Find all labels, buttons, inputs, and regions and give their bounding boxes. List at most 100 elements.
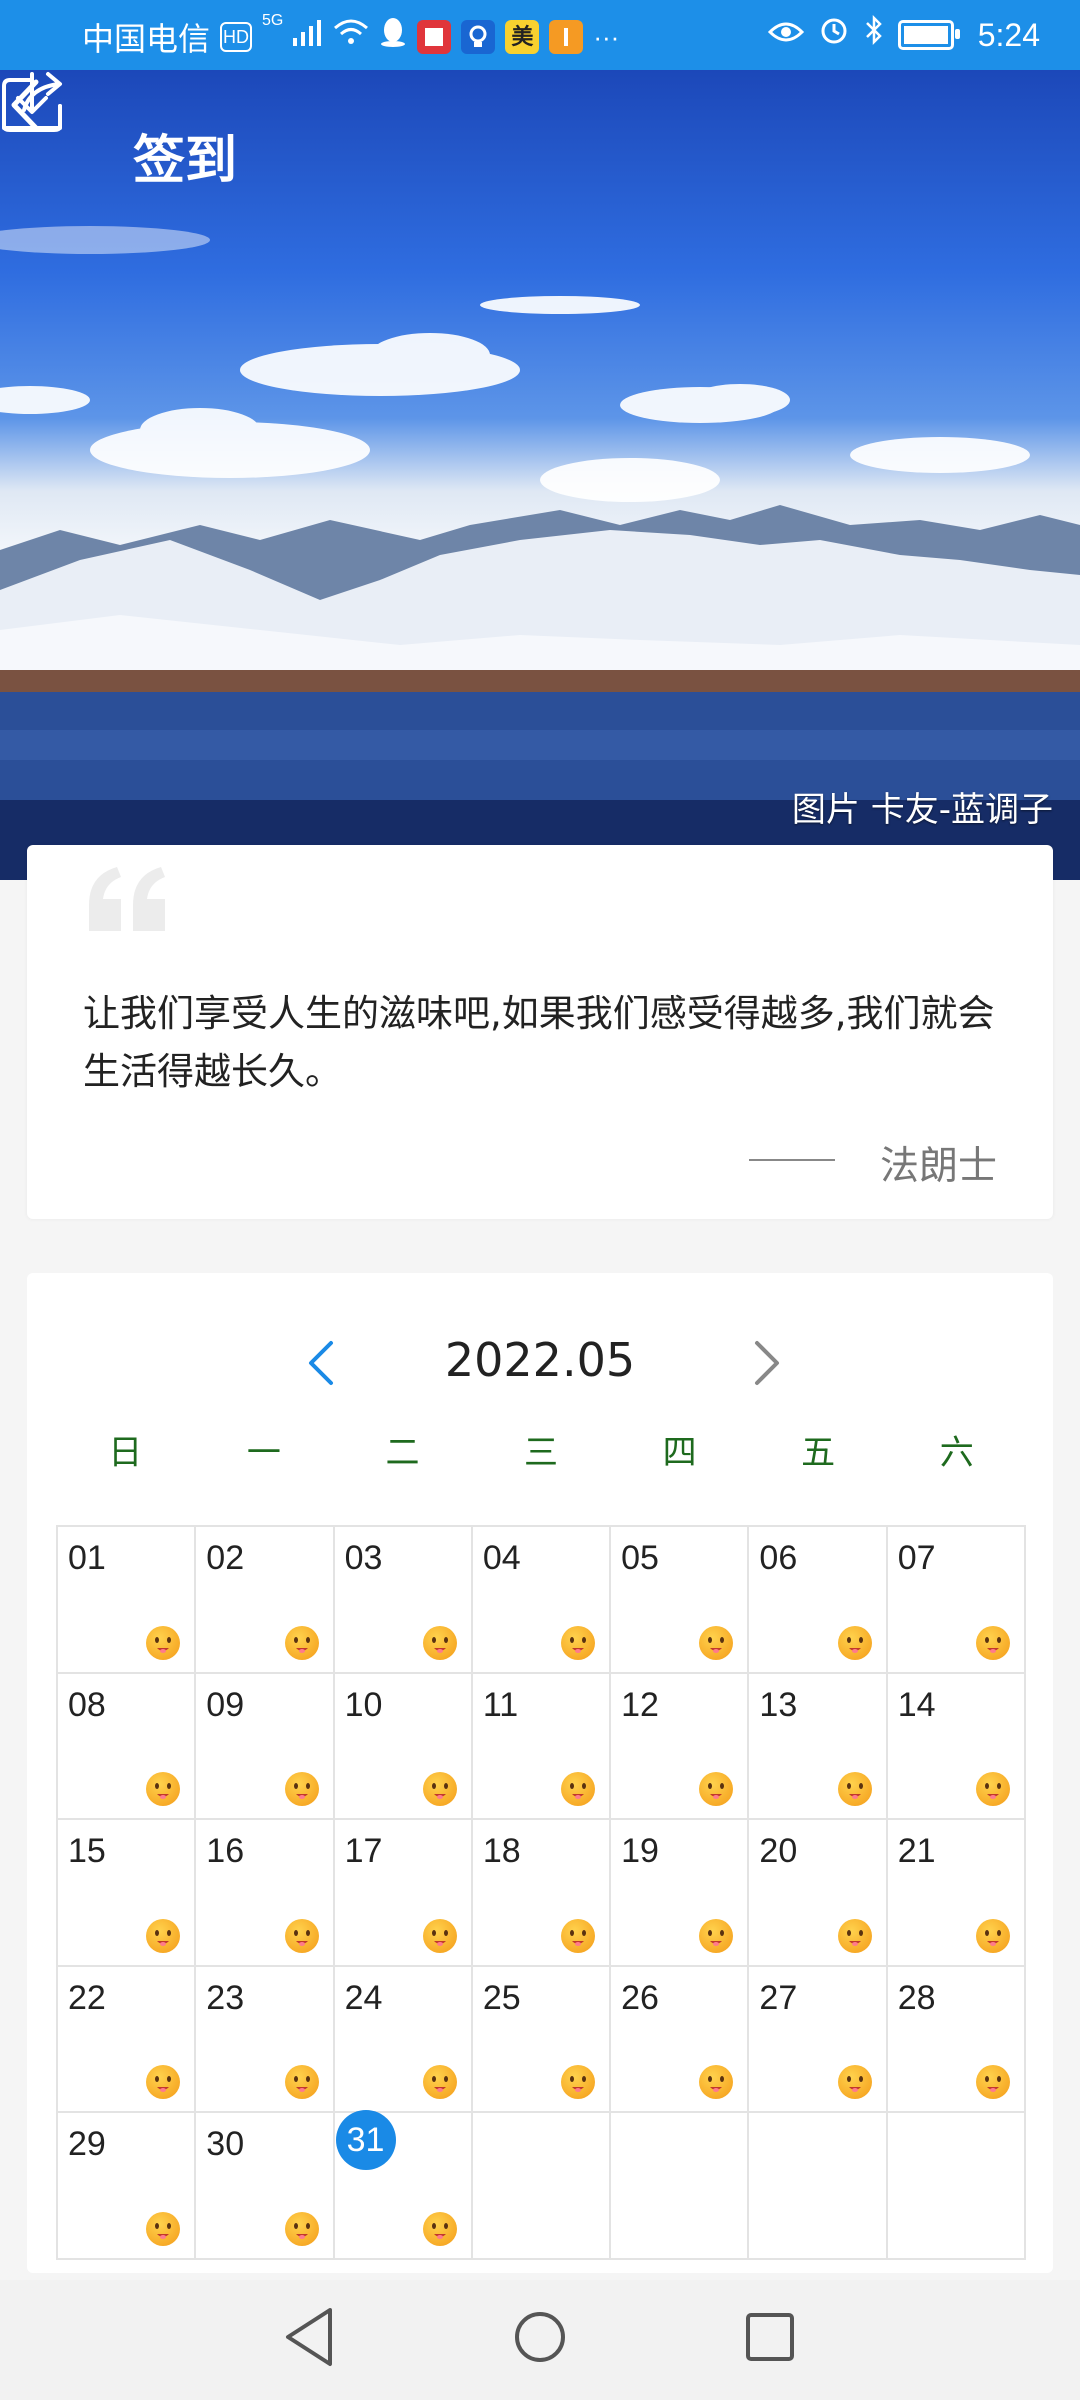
checked-in-emoji-icon	[146, 2212, 181, 2246]
day-number: 29	[68, 2125, 106, 2164]
day-number: 28	[897, 1978, 936, 2017]
carrier-label: 中国电信	[82, 21, 211, 57]
day-number: 14	[897, 1685, 936, 1724]
day-number: 21	[897, 1832, 936, 1871]
checked-in-emoji-icon	[146, 1625, 181, 1660]
calendar-day-cell[interactable]: 11	[472, 1673, 612, 1821]
calendar-day-cell[interactable]: 17	[334, 1820, 473, 1967]
checked-in-emoji-icon	[284, 1918, 319, 1953]
calendar-day-cell[interactable]: 30	[196, 2113, 335, 2260]
bulb-app-icon	[461, 20, 496, 54]
checked-in-emoji-icon	[284, 1772, 319, 1807]
calendar-day-cell[interactable]: 06	[749, 1527, 888, 1674]
more-notifications-icon: ···	[593, 22, 620, 52]
qq-icon	[379, 16, 407, 58]
weekday-thu: 四	[662, 1433, 697, 1473]
day-number: 01	[68, 1539, 106, 1577]
weekday-wed: 三	[524, 1433, 559, 1473]
day-number: 19	[621, 1832, 659, 1871]
calendar-day-cell[interactable]: 03	[334, 1527, 473, 1674]
checked-in-emoji-icon	[422, 1918, 457, 1953]
next-month-button[interactable]	[749, 1333, 785, 1393]
day-number: 23	[206, 1978, 245, 2017]
calendar-day-cell[interactable]: 25	[472, 1966, 612, 2114]
calendar-day-cell[interactable]: 26	[611, 1966, 750, 2114]
calendar-day-cell[interactable]: 31	[334, 2110, 473, 2260]
hero-image: 签到 图片 卡友-蓝调子	[0, 70, 1080, 880]
book-app-icon	[417, 20, 452, 54]
wifi-icon	[333, 18, 369, 56]
calendar-day-cell[interactable]: 23	[196, 1966, 335, 2114]
calendar-day-cell[interactable]: 19	[611, 1820, 750, 1967]
checked-in-emoji-icon	[561, 2065, 596, 2100]
calendar-day-cell[interactable]: 08	[58, 1673, 197, 1821]
checked-in-emoji-icon	[837, 1625, 872, 1660]
checked-in-emoji-icon	[146, 1918, 181, 1953]
calendar-day-cell[interactable]: 16	[196, 1820, 335, 1967]
day-number: 05	[621, 1539, 659, 1577]
checked-in-emoji-icon	[284, 1625, 319, 1660]
weekday-sun: 日	[108, 1433, 143, 1473]
calendar-day-cell[interactable]: 24	[334, 1966, 473, 2114]
calendar-day-cell[interactable]: 18	[472, 1820, 612, 1967]
calendar-day-cell[interactable]: 04	[472, 1527, 612, 1674]
checked-in-emoji-icon	[699, 1625, 734, 1660]
day-number: 13	[759, 1685, 798, 1724]
eye-icon	[767, 16, 804, 54]
calendar-day-cell[interactable]: 21	[887, 1820, 1026, 1967]
checked-in-emoji-icon	[699, 1772, 734, 1807]
weekday-mon: 一	[246, 1433, 281, 1473]
checked-in-emoji-icon	[422, 1772, 457, 1807]
day-number: 04	[482, 1539, 521, 1577]
day-number: 10	[344, 1685, 383, 1724]
calendar-day-cell[interactable]: 15	[58, 1820, 197, 1967]
calendar-day-cell[interactable]: 14	[887, 1673, 1026, 1821]
checked-in-emoji-icon	[561, 1625, 596, 1660]
nav-back-icon[interactable]	[280, 2302, 340, 2372]
day-number: 06	[759, 1539, 798, 1577]
day-number: 18	[482, 1832, 521, 1871]
day-number: 11	[482, 1685, 519, 1724]
checked-in-emoji-icon	[146, 1772, 181, 1807]
calendar-day-cell[interactable]: 01	[58, 1527, 197, 1674]
quote-author: 法朗士	[879, 1144, 997, 1189]
photo-credit: 图片 卡友-蓝调子	[791, 790, 1053, 830]
calendar-day-cell[interactable]: 29	[58, 2113, 197, 2260]
calendar-day-cell[interactable]: 27	[749, 1966, 888, 2114]
calendar-day-cell[interactable]: 20	[749, 1820, 888, 1967]
quote-mark-icon	[89, 867, 165, 931]
weekday-sat: 六	[939, 1433, 974, 1473]
day-number: 26	[621, 1978, 659, 2017]
calendar-day-cell[interactable]: 10	[334, 1673, 473, 1821]
calendar-day-cell[interactable]: 13	[749, 1673, 888, 1821]
orange-app-icon	[549, 20, 584, 54]
calendar-day-cell[interactable]: 05	[611, 1527, 750, 1674]
calendar-empty-cell	[472, 2113, 612, 2260]
nav-recents-icon[interactable]	[740, 2302, 800, 2372]
calendar-day-cell[interactable]: 28	[887, 1966, 1026, 2114]
calendar-day-cell[interactable]: 22	[58, 1966, 197, 2114]
share-icon[interactable]	[0, 70, 66, 134]
calendar-day-cell[interactable]: 07	[887, 1527, 1026, 1674]
system-nav-bar	[0, 2280, 1080, 2400]
calendar-grid: 01 02 03 04 05 06 07 08 09 10 11 12 13 14 15 16 17 18 19 20…	[56, 1525, 1026, 2260]
calendar-day-cell[interactable]: 09	[196, 1673, 335, 1821]
checked-in-emoji-icon	[976, 1625, 1010, 1660]
day-number: 27	[759, 1978, 798, 2017]
calendar-day-cell[interactable]: 02	[196, 1527, 335, 1674]
bluetooth-icon	[864, 14, 884, 56]
checked-in-emoji-icon	[976, 1772, 1010, 1807]
meituan-app-icon: 美	[505, 20, 540, 54]
day-number: 07	[897, 1539, 936, 1577]
calendar-empty-cell	[749, 2113, 888, 2260]
day-number: 20	[759, 1832, 798, 1871]
calendar-card: 2022.05 日 一 二 三 四 五 六 01 02 03 04 05 06 07 08 09…	[27, 1273, 1053, 2273]
page-title: 签到	[133, 131, 238, 191]
day-number: 31	[335, 2110, 396, 2171]
checked-in-emoji-icon	[146, 2065, 181, 2100]
calendar-day-cell[interactable]: 12	[611, 1673, 750, 1821]
checked-in-emoji-icon	[422, 2212, 457, 2246]
weekday-header: 日 一 二 三 四 五 六	[56, 1425, 1026, 1474]
checked-in-emoji-icon	[699, 1918, 734, 1953]
nav-home-icon[interactable]	[510, 2302, 570, 2372]
